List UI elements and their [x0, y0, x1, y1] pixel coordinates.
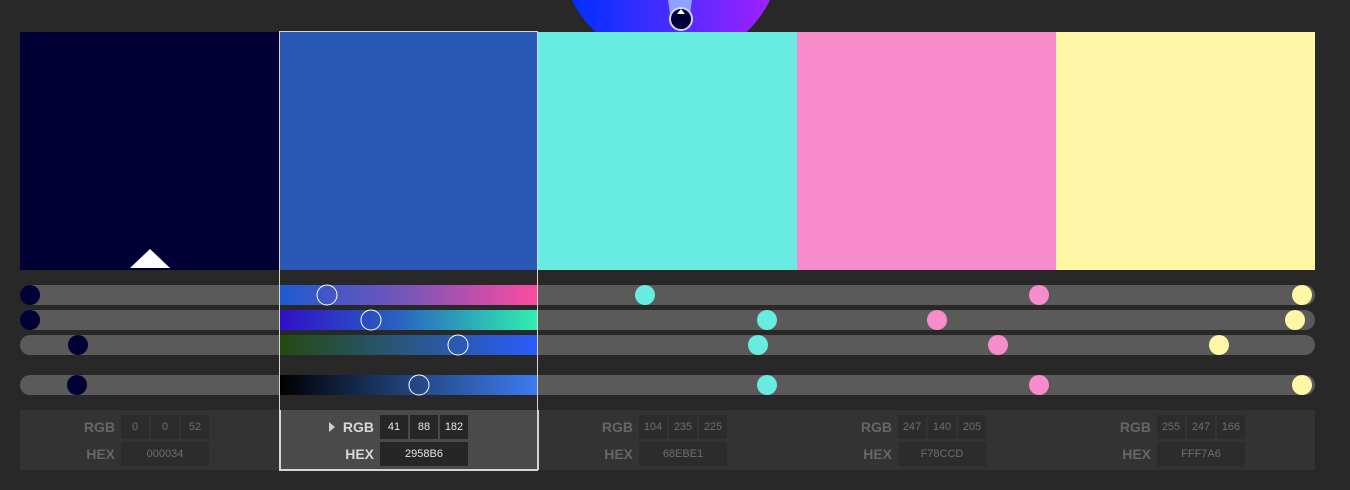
- hex-label: HEX: [345, 446, 374, 462]
- rgb-field-g[interactable]: 235: [669, 415, 697, 439]
- rgb-field-b[interactable]: 52: [181, 415, 209, 439]
- slider-knob-red-1[interactable]: [68, 335, 88, 355]
- slider-knob-blue-5[interactable]: [1292, 375, 1312, 395]
- hex-label: HEX: [863, 446, 892, 462]
- hex-field[interactable]: 000034: [121, 442, 209, 466]
- slider-knob-red-4[interactable]: [988, 335, 1008, 355]
- hex-field[interactable]: FFF7A6: [1157, 442, 1245, 466]
- color-values-5: RGB HEX 255 247 166 FFF7A6: [1056, 410, 1315, 470]
- hex-field[interactable]: F78CCD: [898, 442, 986, 466]
- rgb-field-r[interactable]: 104: [639, 415, 667, 439]
- slider-track-blue[interactable]: [20, 375, 1315, 395]
- slider-knob-saturation-2[interactable]: [360, 309, 382, 331]
- rgb-label: RGB: [860, 419, 892, 435]
- rgb-field-r[interactable]: 41: [380, 415, 408, 439]
- slider-track-red[interactable]: [20, 335, 1315, 355]
- slider-knob-blue-2[interactable]: [408, 374, 430, 396]
- hex-label: HEX: [86, 446, 115, 462]
- hex-field[interactable]: 2958B6: [380, 442, 468, 466]
- slider-knob-blue-1[interactable]: [67, 375, 87, 395]
- slider-knob-saturation-5[interactable]: [1285, 310, 1305, 330]
- slider-knob-red-5[interactable]: [1209, 335, 1229, 355]
- swatch-4[interactable]: [797, 32, 1056, 270]
- swatch-5[interactable]: [1056, 32, 1315, 270]
- rgb-field-g[interactable]: 88: [410, 415, 438, 439]
- slider-knob-red-2[interactable]: [447, 334, 469, 356]
- base-color-triangle-icon: [130, 249, 170, 268]
- rgb-field-g[interactable]: 247: [1187, 415, 1215, 439]
- hex-label: HEX: [1122, 446, 1151, 462]
- slider-track-hue[interactable]: [20, 285, 1315, 305]
- slider-knob-red-3[interactable]: [748, 335, 768, 355]
- slider-knob-blue-4[interactable]: [1029, 375, 1049, 395]
- color-values-2: RGB HEX 41 88 182 2958B6: [279, 410, 538, 470]
- slider-knob-hue-4[interactable]: [1029, 285, 1049, 305]
- slider-knob-saturation-3[interactable]: [757, 310, 777, 330]
- swatch-1[interactable]: [20, 32, 279, 270]
- rgb-field-b[interactable]: 225: [699, 415, 727, 439]
- rgb-field-b[interactable]: 166: [1217, 415, 1245, 439]
- swatch-3[interactable]: [538, 32, 797, 270]
- slider-knob-hue-3[interactable]: [635, 285, 655, 305]
- slider-knob-blue-3[interactable]: [757, 375, 777, 395]
- rgb-label: RGB: [83, 419, 115, 435]
- rgb-field-r[interactable]: 255: [1157, 415, 1185, 439]
- rgb-field-r[interactable]: 247: [898, 415, 926, 439]
- swatch-2[interactable]: [279, 32, 538, 270]
- color-values-3: RGB HEX 104 235 225 68EBE1: [538, 410, 797, 470]
- slider-knob-hue-5[interactable]: [1292, 285, 1312, 305]
- rgb-field-g[interactable]: 0: [151, 415, 179, 439]
- color-values-4: RGB HEX 247 140 205 F78CCD: [797, 410, 1056, 470]
- color-values-1: RGB HEX 0 0 52 000034: [20, 410, 279, 470]
- slider-knob-hue-2[interactable]: [316, 284, 338, 306]
- slider-gradient-red[interactable]: [280, 335, 538, 355]
- rgb-field-r[interactable]: 0: [121, 415, 149, 439]
- rgb-field-b[interactable]: 182: [440, 415, 468, 439]
- slider-track-saturation[interactable]: [20, 310, 1315, 330]
- rgb-field-b[interactable]: 205: [958, 415, 986, 439]
- slider-knob-hue-1[interactable]: [20, 285, 40, 305]
- rgb-label: RGB: [1119, 419, 1151, 435]
- slider-gradient-saturation[interactable]: [280, 310, 538, 330]
- hex-label: HEX: [604, 446, 633, 462]
- slider-knob-saturation-4[interactable]: [927, 310, 947, 330]
- slider-knob-saturation-1[interactable]: [20, 310, 40, 330]
- rgb-label: RGB: [601, 419, 633, 435]
- rgb-field-g[interactable]: 140: [928, 415, 956, 439]
- hex-field[interactable]: 68EBE1: [639, 442, 727, 466]
- rgb-label: RGB: [342, 419, 374, 435]
